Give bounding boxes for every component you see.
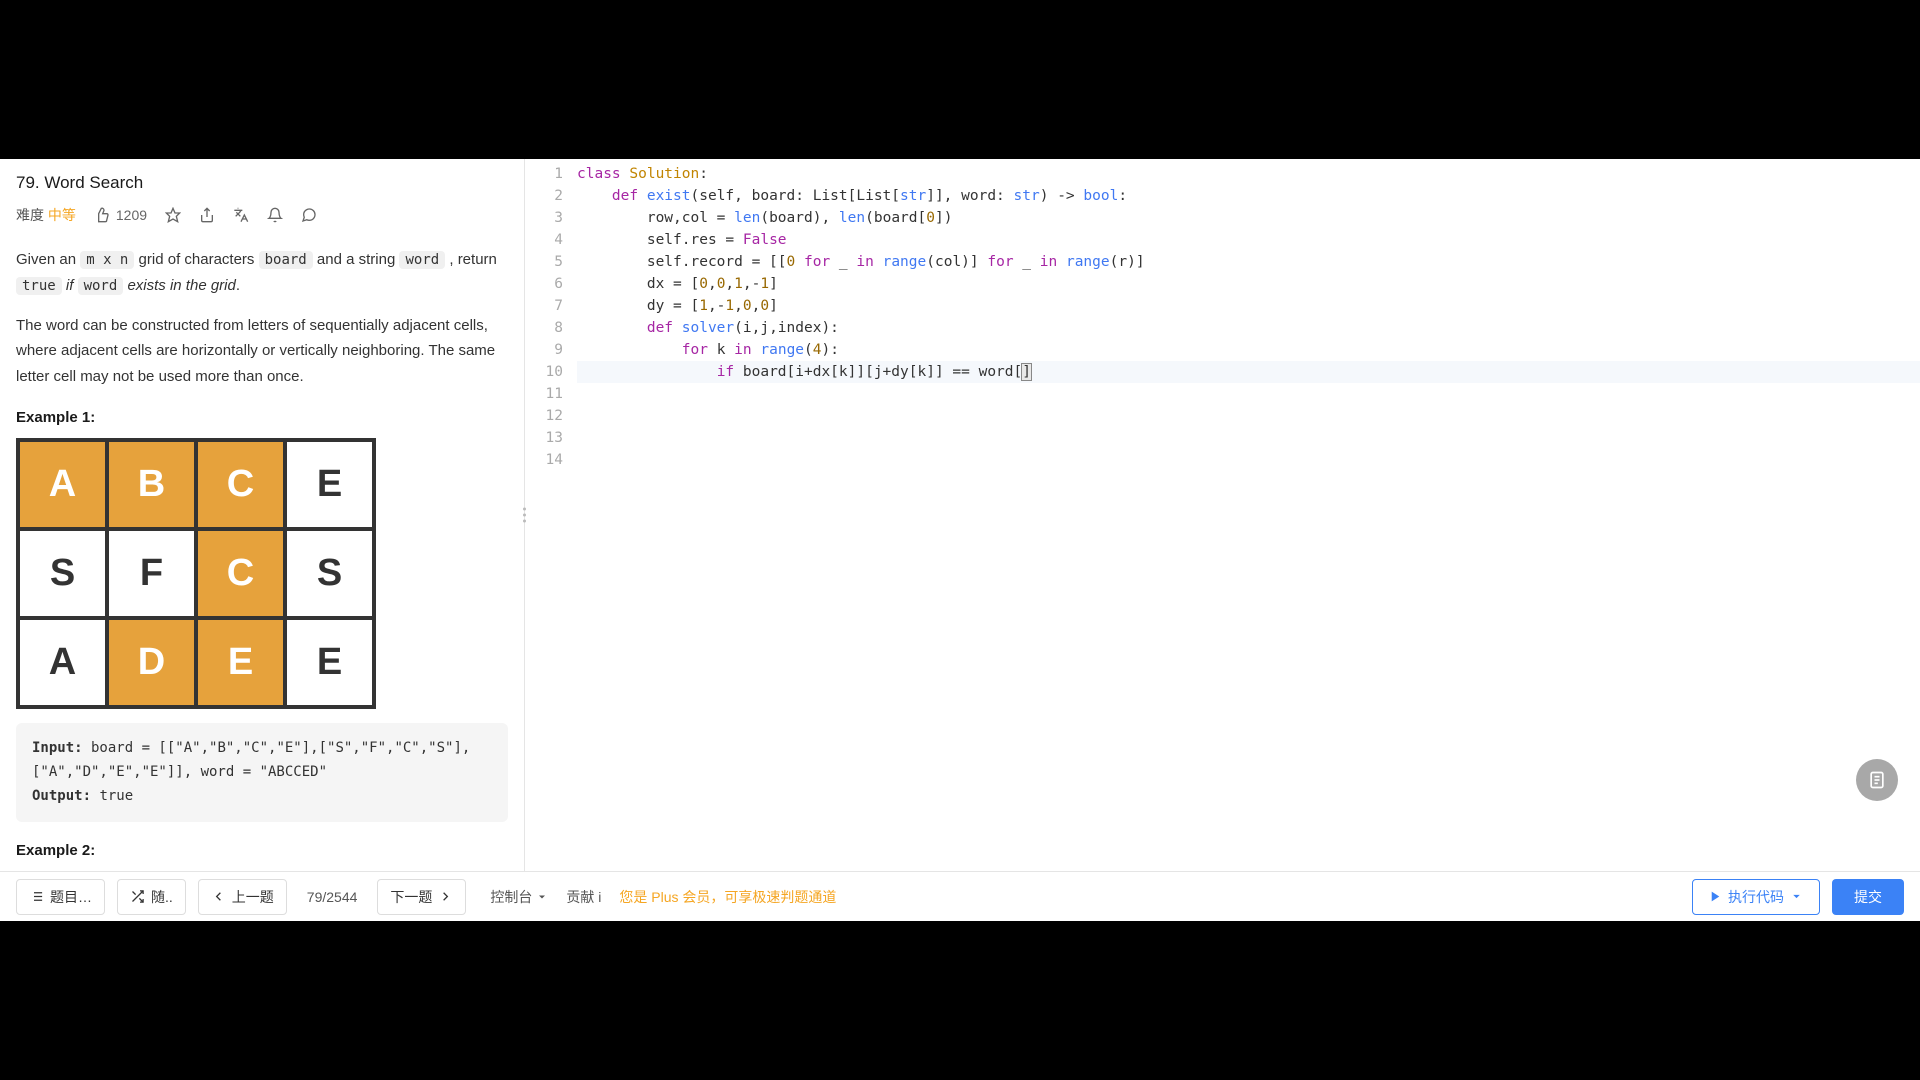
code-line[interactable]: dx = [0,0,1,-1] xyxy=(577,273,1920,295)
description-paragraph-2: The word can be constructed from letters… xyxy=(16,313,508,390)
problem-title: 79. Word Search xyxy=(16,173,508,193)
plus-member-message: 您是 Plus 会员，可享极速判题通道 xyxy=(619,887,836,907)
main-area: 79. Word Search 难度 中等 1209 xyxy=(0,159,1920,871)
code-line[interactable]: class Solution: xyxy=(577,163,1920,185)
code-line[interactable] xyxy=(577,449,1920,471)
line-number: 9 xyxy=(525,339,577,361)
footer-bar: 题目… 随.. 上一题 79/2544 下一题 控制台 贡献 i 您是 Plus xyxy=(0,871,1920,921)
grid-cell: B xyxy=(107,440,196,529)
grid-cell: C xyxy=(196,529,285,618)
grid-cell: D xyxy=(107,618,196,707)
shuffle-button[interactable]: 随.. xyxy=(117,879,186,915)
example-1-label: Example 1: xyxy=(16,409,508,426)
line-number: 10 xyxy=(525,361,577,383)
grid-cell: A xyxy=(18,618,107,707)
line-number: 7 xyxy=(525,295,577,317)
difficulty: 难度 中等 xyxy=(16,205,76,225)
grid-cell: A xyxy=(18,440,107,529)
grid-cell: S xyxy=(18,529,107,618)
description-paragraph-1: Given an m x n grid of characters board … xyxy=(16,247,508,299)
line-number: 3 xyxy=(525,207,577,229)
run-code-button[interactable]: 执行代码 xyxy=(1692,879,1820,915)
code-line[interactable]: def exist(self, board: List[List[str]], … xyxy=(577,185,1920,207)
line-number: 1 xyxy=(525,163,577,185)
example-2-label: Example 2: xyxy=(16,842,508,859)
line-number: 14 xyxy=(525,449,577,471)
like-button[interactable]: 1209 xyxy=(94,207,147,223)
footer-right: 执行代码 提交 xyxy=(1692,879,1904,915)
feedback-button[interactable] xyxy=(301,207,317,223)
code-line[interactable] xyxy=(577,427,1920,449)
code-line[interactable]: for k in range(4): xyxy=(577,339,1920,361)
code-editor[interactable]: 1class Solution:2 def exist(self, board:… xyxy=(525,159,1920,871)
problem-counter: 79/2544 xyxy=(299,889,366,905)
line-number: 12 xyxy=(525,405,577,427)
problem-scroll[interactable]: 79. Word Search 难度 中等 1209 xyxy=(0,159,524,871)
grid-cell: E xyxy=(285,618,374,707)
grid-cell: S xyxy=(285,529,374,618)
submit-button[interactable]: 提交 xyxy=(1832,879,1904,915)
example-1-code: Input: board = [["A","B","C","E"],["S","… xyxy=(16,723,508,822)
problem-meta: 难度 中等 1209 xyxy=(16,205,508,225)
line-number: 13 xyxy=(525,427,577,449)
grid-cell: E xyxy=(285,440,374,529)
line-number: 5 xyxy=(525,251,577,273)
grid-cell: E xyxy=(196,618,285,707)
bell-button[interactable] xyxy=(267,207,283,223)
console-toggle[interactable]: 控制台 xyxy=(490,887,548,907)
code-line[interactable] xyxy=(577,405,1920,427)
line-number: 2 xyxy=(525,185,577,207)
grid-cell: F xyxy=(107,529,196,618)
line-number: 8 xyxy=(525,317,577,339)
code-line[interactable]: self.res = False xyxy=(577,229,1920,251)
code-line[interactable]: def solver(i,j,index): xyxy=(577,317,1920,339)
editor-panel: 1class Solution:2 def exist(self, board:… xyxy=(525,159,1920,871)
code-line[interactable]: row,col = len(board), len(board[0]) xyxy=(577,207,1920,229)
line-number: 4 xyxy=(525,229,577,251)
prev-problem-button[interactable]: 上一题 xyxy=(198,879,287,915)
example-grid-image: ABCESFCSADEE xyxy=(16,438,376,709)
contribute-link[interactable]: 贡献 i xyxy=(566,887,601,907)
next-problem-button[interactable]: 下一题 xyxy=(377,879,466,915)
problem-list-button[interactable]: 题目… xyxy=(16,879,105,915)
line-number: 6 xyxy=(525,273,577,295)
app-root: 79. Word Search 难度 中等 1209 xyxy=(0,159,1920,921)
grid-cell: C xyxy=(196,440,285,529)
footer-mid: 控制台 贡献 i 您是 Plus 会员，可享极速判题通道 xyxy=(490,887,836,907)
translate-button[interactable] xyxy=(233,207,249,223)
share-button[interactable] xyxy=(199,207,215,223)
code-line[interactable] xyxy=(577,383,1920,405)
code-line[interactable]: self.record = [[0 for _ in range(col)] f… xyxy=(577,251,1920,273)
problem-panel: 79. Word Search 难度 中等 1209 xyxy=(0,159,525,871)
notes-fab[interactable] xyxy=(1856,759,1898,801)
line-number: 11 xyxy=(525,383,577,405)
star-button[interactable] xyxy=(165,207,181,223)
footer-left: 题目… 随.. 上一题 79/2544 下一题 xyxy=(16,879,466,915)
code-line[interactable]: dy = [1,-1,0,0] xyxy=(577,295,1920,317)
code-line[interactable]: if board[i+dx[k]][j+dy[k]] == word[] xyxy=(577,361,1920,383)
